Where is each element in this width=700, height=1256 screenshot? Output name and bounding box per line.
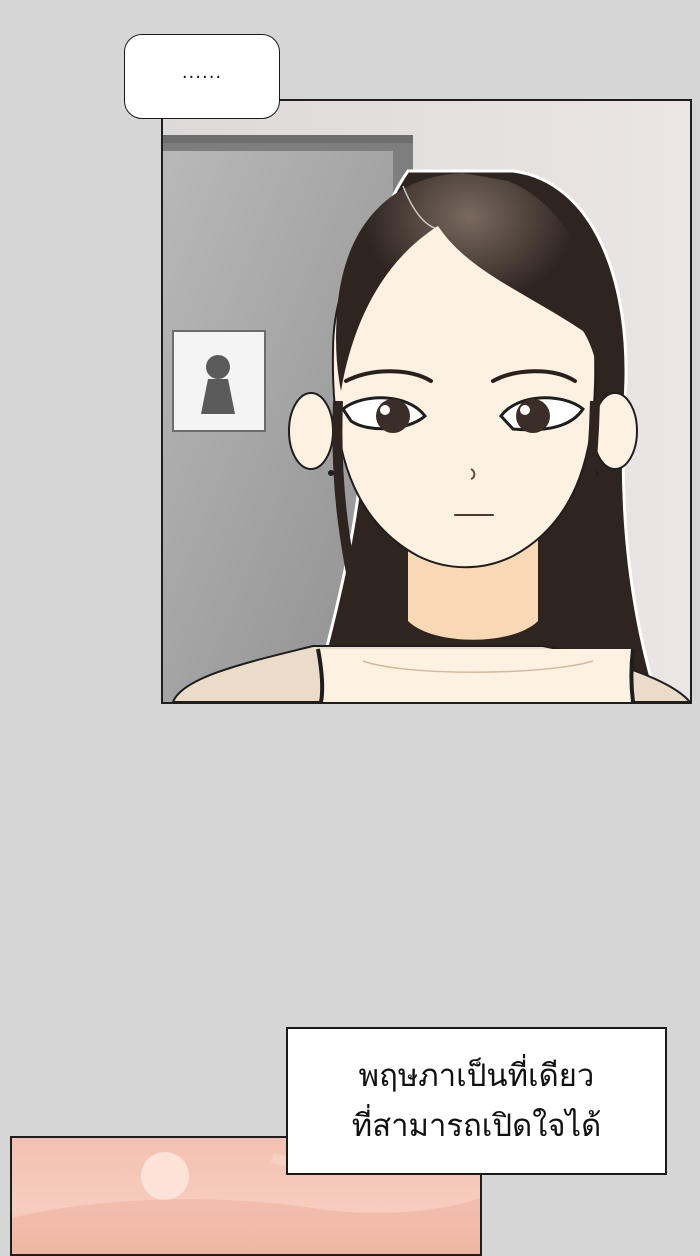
caption-line-1: พฤษภาเป็นที่เดียว: [358, 1058, 595, 1094]
speech-bubble: ......: [124, 34, 280, 119]
comic-panel-portrait: [161, 99, 692, 704]
caption-line-2: ที่สามารถเปิดใจได้: [351, 1108, 602, 1144]
narration-caption-box: พฤษภาเป็นที่เดียว ที่สามารถเปิดใจได้: [286, 1027, 667, 1175]
speech-bubble-text: ......: [181, 62, 223, 83]
portrait-illustration: [163, 101, 690, 702]
left-ear: [288, 392, 334, 470]
restroom-sign-icon: [172, 330, 266, 432]
light-orb: [141, 1152, 189, 1200]
earring-left: [328, 470, 334, 476]
